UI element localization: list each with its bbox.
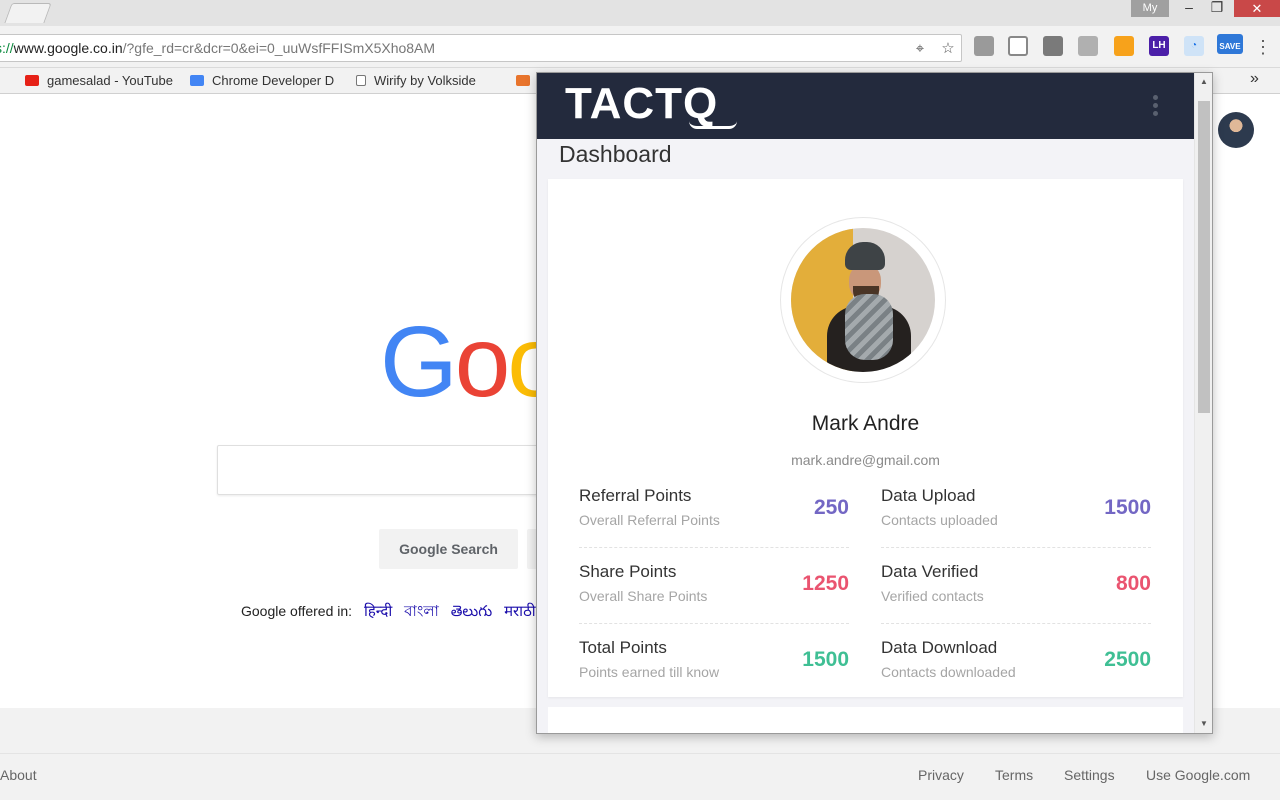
chrome-icon xyxy=(190,75,204,86)
footer-terms-link[interactable]: Terms xyxy=(995,767,1033,783)
language-link-bengali[interactable]: বাংলা xyxy=(404,603,439,620)
stat-value: 800 xyxy=(1115,572,1151,595)
offered-in-label: Google offered in: xyxy=(241,603,353,619)
profile-name: Mark Andre xyxy=(811,412,920,435)
url-path: /?gfe_rd=cr&dcr=0&ei=0_uuWsfFFISmX5Xho8A… xyxy=(122,40,436,56)
stat-value: 1500 xyxy=(1104,496,1151,519)
scroll-thumb[interactable] xyxy=(1198,101,1210,413)
layout-extension-icon[interactable] xyxy=(1008,36,1028,56)
stat-value: 250 xyxy=(813,496,849,519)
footer-settings-link[interactable]: Settings xyxy=(1064,767,1115,783)
stat-share-points: Share Points Overall Share Points 1250 xyxy=(579,562,849,622)
bookmark-gamesalad[interactable]: gamesalad - YouTube xyxy=(25,73,173,88)
address-bar[interactable]: s://www.google.co.in/?gfe_rd=cr&dcr=0&ei… xyxy=(0,34,962,62)
scroll-down-icon[interactable]: ▼ xyxy=(1195,717,1212,731)
stat-divider xyxy=(579,623,849,624)
bookmark-chrome-dev[interactable]: Chrome Developer D xyxy=(190,73,334,88)
google-logo: Goo xyxy=(380,306,563,418)
profile-avatar xyxy=(780,217,946,383)
firebase-icon[interactable] xyxy=(1114,36,1134,56)
tacta-extension-icon[interactable]: ◔ xyxy=(1184,36,1204,56)
stat-divider xyxy=(881,547,1151,548)
url-scheme: s:// xyxy=(0,40,14,56)
camera-icon[interactable] xyxy=(1043,36,1063,56)
stat-label: Total Points xyxy=(579,638,667,657)
bookmark-star-icon[interactable]: ☆ xyxy=(939,40,957,58)
logo-swoosh xyxy=(689,121,737,129)
minimize-icon[interactable]: – xyxy=(1174,0,1204,17)
bookmark-label: Chrome Developer D xyxy=(212,73,335,88)
chrome-menu-icon[interactable]: ⋮ xyxy=(1254,38,1272,56)
stat-label: Data Upload xyxy=(881,486,976,505)
scroll-up-icon[interactable]: ▲ xyxy=(1195,75,1212,89)
extension-icon-1[interactable] xyxy=(974,36,994,56)
close-icon[interactable]: ✕ xyxy=(1234,0,1280,17)
stat-sublabel: Contacts uploaded xyxy=(881,512,998,528)
page-title: Dashboard xyxy=(559,141,672,167)
plus-icon xyxy=(516,75,530,86)
stat-sublabel: Contacts downloaded xyxy=(881,664,1016,680)
footer-divider xyxy=(0,753,1280,754)
page-icon xyxy=(356,75,366,86)
stat-referral-points: Referral Points Overall Referral Points … xyxy=(579,486,849,546)
stat-total-points: Total Points Points earned till know 150… xyxy=(579,638,849,698)
window-titlebar: My – ❐ ✕ xyxy=(0,0,1280,26)
bookmark-label: Wirify by Volkside xyxy=(374,73,476,88)
stat-label: Data Verified xyxy=(881,562,979,581)
google-search-button[interactable]: Google Search xyxy=(379,529,518,569)
stat-sublabel: Verified contacts xyxy=(881,588,984,604)
stat-value: 1250 xyxy=(802,572,849,595)
save-extension-icon[interactable]: SAVE xyxy=(1217,34,1243,54)
stat-data-upload: Data Upload Contacts uploaded 1500 xyxy=(881,486,1151,546)
stat-divider xyxy=(579,547,849,548)
profile-card: Mark Andre mark.andre@gmail.com Referral… xyxy=(548,179,1183,697)
language-link-telugu[interactable]: తెలుగు xyxy=(451,603,492,620)
language-link-marathi[interactable]: मराठी xyxy=(504,603,536,620)
location-icon[interactable]: ⌖ xyxy=(911,40,929,58)
stat-sublabel: Overall Share Points xyxy=(579,588,708,604)
popup-header: TACTQ xyxy=(537,73,1194,139)
url-host: www.google.co.in xyxy=(13,40,123,56)
next-card xyxy=(548,707,1183,733)
profile-photo xyxy=(791,228,935,372)
extension-popup: TACTQ Dashboard Mark Andre mark.andre@gm… xyxy=(536,72,1213,734)
stat-sublabel: Overall Referral Points xyxy=(579,512,720,528)
youtube-icon xyxy=(25,75,39,86)
language-offer: Google offered in: हिन्दी বাংলা తెలుగు म… xyxy=(241,600,536,625)
address-url: s://www.google.co.in/?gfe_rd=cr&dcr=0&ei… xyxy=(0,40,435,56)
footer-use-google-link[interactable]: Use Google.com xyxy=(1146,767,1250,783)
account-avatar[interactable] xyxy=(1218,112,1254,148)
profile-badge[interactable]: My xyxy=(1131,0,1169,17)
more-options-icon[interactable] xyxy=(1150,95,1160,119)
bookmark-label: gamesalad - YouTube xyxy=(47,73,174,88)
language-link-hindi[interactable]: हिन्दी xyxy=(364,603,392,620)
bookmark-more[interactable] xyxy=(516,73,538,88)
stat-data-download: Data Download Contacts downloaded 2500 xyxy=(881,638,1151,698)
bookmarks-overflow-icon[interactable]: » xyxy=(1250,70,1259,88)
stat-sublabel: Points earned till know xyxy=(579,664,720,680)
popup-scrollbar[interactable]: ▲ ▼ xyxy=(1194,73,1212,733)
profile-email: mark.andre@gmail.com xyxy=(791,452,940,468)
footer-about-link[interactable]: About xyxy=(0,767,37,783)
stat-label: Share Points xyxy=(579,562,677,581)
bookmark-wirify[interactable]: Wirify by Volkside xyxy=(356,73,476,88)
restore-icon[interactable]: ❐ xyxy=(1202,0,1232,17)
browser-tab[interactable] xyxy=(4,3,52,23)
stat-divider xyxy=(881,623,1151,624)
lighthouse-icon[interactable]: LH xyxy=(1149,36,1169,56)
rp-extension-icon[interactable] xyxy=(1078,36,1098,56)
stat-label: Data Download xyxy=(881,638,998,657)
stat-label: Referral Points xyxy=(579,486,692,505)
stat-value: 2500 xyxy=(1104,648,1151,671)
stat-value: 1500 xyxy=(802,648,849,671)
stat-data-verified: Data Verified Verified contacts 800 xyxy=(881,562,1151,622)
footer-privacy-link[interactable]: Privacy xyxy=(918,767,964,783)
browser-toolbar: s://www.google.co.in/?gfe_rd=cr&dcr=0&ei… xyxy=(0,26,1280,68)
